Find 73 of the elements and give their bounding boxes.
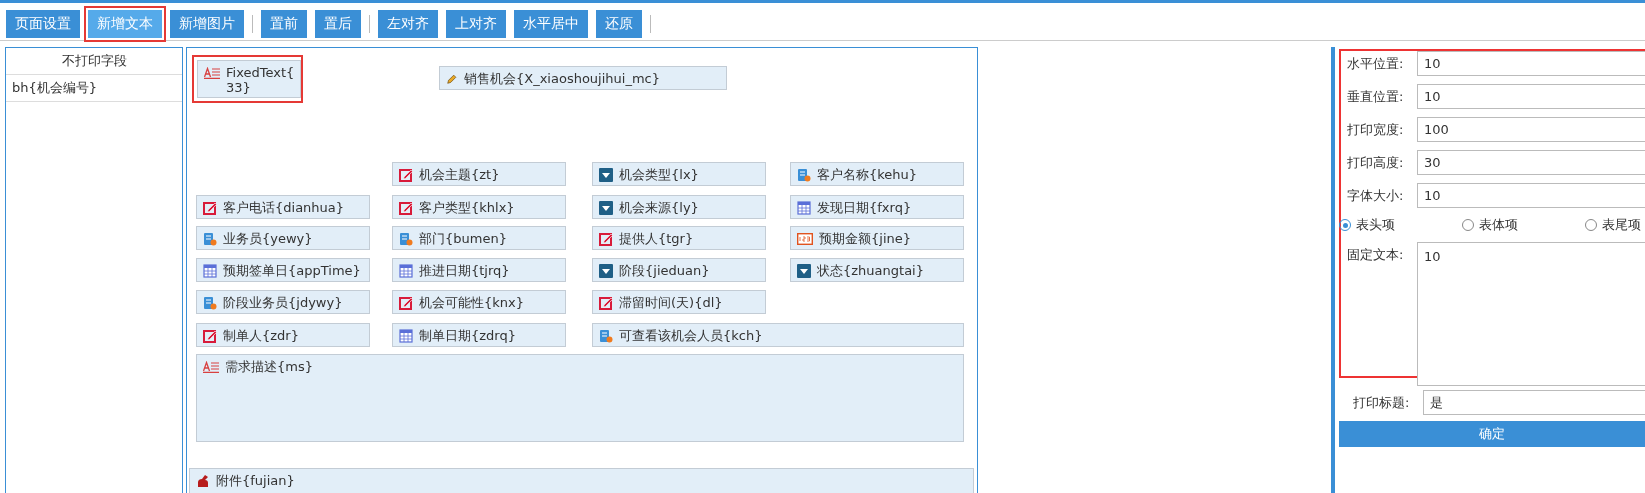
- field-label: 提供人{tgr}: [619, 231, 694, 246]
- canvas-field[interactable]: FixedText{ 33}: [192, 55, 303, 103]
- field-label: 字体大小:: [1347, 187, 1405, 205]
- text-icon: [204, 67, 220, 79]
- radio-option[interactable]: 表尾项: [1585, 216, 1641, 234]
- calendar-icon: [399, 329, 413, 343]
- field-label: 打印宽度:: [1347, 121, 1405, 139]
- field-label: 附件{fujian}: [216, 473, 295, 488]
- dropdown-icon: [599, 168, 613, 182]
- field-label: FixedText{ 33}: [226, 65, 295, 95]
- radio-label: 表尾项: [1602, 216, 1641, 234]
- field-label: 制单日期{zdrq}: [419, 328, 516, 343]
- radio-option[interactable]: 表头项: [1339, 216, 1395, 234]
- dropdown-icon: [599, 264, 613, 278]
- user-card-icon: [599, 329, 613, 343]
- field-label: 客户名称{kehu}: [817, 167, 918, 182]
- field-list-item[interactable]: bh{机会编号}: [6, 75, 182, 102]
- field-label: 阶段业务员{jdywy}: [223, 295, 343, 310]
- input-field[interactable]: 100: [1417, 117, 1645, 142]
- radio-label: 表体项: [1479, 216, 1518, 234]
- field-label: 可查看该机会人员{kch}: [619, 328, 763, 343]
- field-label: 打印标题:: [1353, 394, 1411, 412]
- edit-icon: [399, 296, 413, 310]
- input-field[interactable]: 10: [1417, 84, 1645, 109]
- user-card-icon: [203, 296, 217, 310]
- field-label: 客户电话{dianhua}: [223, 200, 345, 215]
- field-label: 业务员{yewy}: [223, 231, 313, 246]
- user-card-icon: [203, 232, 217, 246]
- edit-icon: [203, 329, 217, 343]
- field-label: 滞留时间(天){dl}: [619, 295, 723, 310]
- field-label: 销售机会{X_xiaoshoujihui_mc}: [464, 71, 660, 86]
- edit-icon: [399, 168, 413, 182]
- panel-title: 不打印字段: [6, 48, 182, 75]
- user-card-icon: [399, 232, 413, 246]
- text-icon: [203, 361, 219, 373]
- dropdown-icon: [797, 264, 811, 278]
- field-label: 制单人{zdr}: [223, 328, 299, 343]
- input-field[interactable]: 10: [1417, 51, 1645, 76]
- field-label: 预期签单日{appTime}: [223, 263, 361, 278]
- field-label: 垂直位置:: [1347, 88, 1405, 106]
- input-field[interactable]: 是: [1423, 390, 1645, 415]
- field-label: 预期金额{jine}: [819, 231, 911, 246]
- user-card-icon: [797, 168, 811, 182]
- field-label: 机会类型{lx}: [619, 167, 699, 182]
- edit-icon: [203, 201, 217, 215]
- field-label: 机会主题{zt}: [419, 167, 500, 182]
- field-label: 机会来源{ly}: [619, 200, 699, 215]
- text-area[interactable]: 10: [1417, 242, 1645, 386]
- field-label: 推进日期{tjrq}: [419, 263, 510, 278]
- field-label: 客户类型{khlx}: [419, 200, 515, 215]
- field-label: 需求描述{ms}: [225, 359, 313, 374]
- field-label: 水平位置:: [1347, 55, 1405, 73]
- pencil-icon: [446, 73, 458, 85]
- field-label: 机会可能性{knx}: [419, 295, 524, 310]
- edit-icon: [399, 201, 413, 215]
- field-label: 阶段{jieduan}: [619, 263, 710, 278]
- edit-icon: [599, 232, 613, 246]
- number-icon: [797, 233, 813, 245]
- input-field[interactable]: 30: [1417, 150, 1645, 175]
- edit-icon: [599, 296, 613, 310]
- field-label: 固定文本:: [1347, 246, 1405, 264]
- radio-option[interactable]: 表体项: [1462, 216, 1518, 234]
- dropdown-icon: [599, 201, 613, 215]
- calendar-icon: [203, 264, 217, 278]
- field-label: 打印高度:: [1347, 154, 1405, 172]
- field-label: 部门{bumen}: [419, 231, 507, 246]
- field-label: 发现日期{fxrq}: [817, 200, 912, 215]
- input-field[interactable]: 10: [1417, 183, 1645, 208]
- radio-label: 表头项: [1356, 216, 1395, 234]
- calendar-icon: [797, 201, 811, 215]
- field-label: 状态{zhuangtai}: [817, 263, 924, 278]
- ink-bottle-icon: [196, 474, 210, 488]
- calendar-icon: [399, 264, 413, 278]
